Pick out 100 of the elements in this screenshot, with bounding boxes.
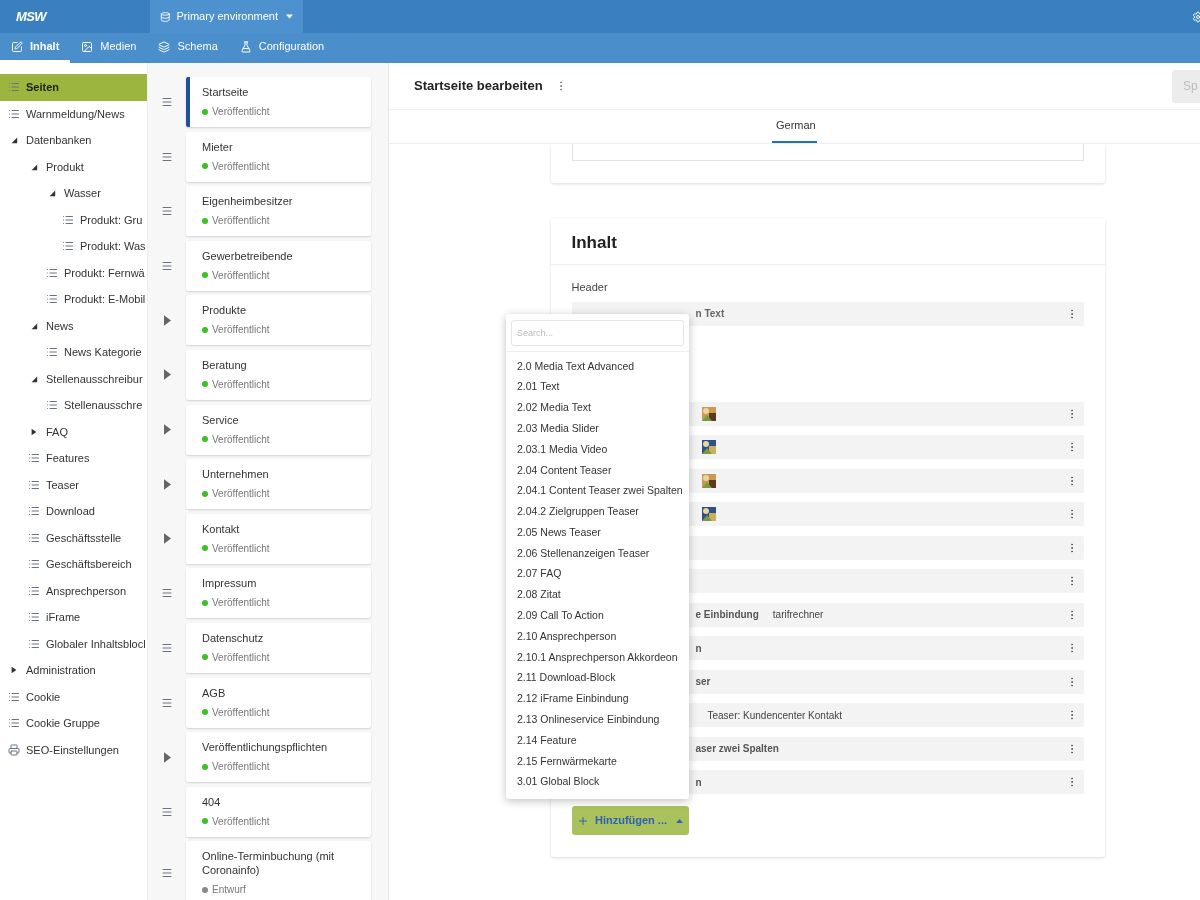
expand-icon[interactable]: [163, 751, 171, 763]
status-label: Veröffentlicht: [212, 268, 270, 283]
page-card[interactable]: Online-Terminbuchung (mit Coronainfo) Entwurf: [186, 841, 371, 900]
menu-item[interactable]: 2.04 Content Teaser: [506, 460, 689, 481]
row-title: e Einbindung: [695, 608, 759, 622]
status-label: Veröffentlicht: [212, 760, 270, 775]
tree-item[interactable]: Produkt: Was: [0, 233, 147, 260]
drag-handle-icon[interactable]: [161, 96, 173, 108]
expand-icon[interactable]: [163, 478, 171, 490]
tree-item[interactable]: Teaser: [0, 471, 147, 498]
list-icon: [8, 81, 20, 94]
drag-handle-icon[interactable]: [161, 696, 173, 709]
tree-item[interactable]: Stellenausschreibur: [0, 365, 147, 392]
tree-item[interactable]: Download: [0, 498, 147, 525]
page-card[interactable]: Eigenheimbesitzer Veröffentlicht: [186, 186, 371, 237]
tree-item[interactable]: Produkt: Gru: [0, 206, 147, 233]
tree-item[interactable]: Produkt: Fernwä: [0, 259, 147, 286]
row-title: n: [695, 775, 702, 790]
status-label: Veröffentlicht: [212, 650, 270, 665]
tree-item[interactable]: Administration: [0, 657, 147, 684]
menu-item[interactable]: 2.06 Stellenanzeigen Teaser: [506, 543, 689, 564]
printer-icon: [8, 743, 20, 756]
tree-item[interactable]: News: [0, 312, 147, 339]
menu-item[interactable]: 2.0 Media Text Advanced: [506, 356, 689, 377]
tree-item[interactable]: Features: [0, 445, 147, 472]
drag-handle-icon[interactable]: [161, 805, 173, 818]
expand-icon[interactable]: [163, 533, 171, 545]
page-card[interactable]: 404 Veröffentlicht: [186, 786, 371, 837]
tree-item[interactable]: Cookie Gruppe: [0, 710, 147, 737]
tree-item[interactable]: Geschäftsbereich: [0, 551, 147, 578]
tree-item[interactable]: iFrame: [0, 604, 147, 631]
tree-item[interactable]: Seiten: [0, 74, 147, 101]
page-card[interactable]: AGB Veröffentlicht: [186, 677, 371, 728]
tree-item[interactable]: Geschäftsstelle: [0, 524, 147, 551]
tree-item[interactable]: Produkt: E-Mobil: [0, 286, 147, 313]
menu-item[interactable]: 2.04.1 Content Teaser zwei Spalten: [506, 480, 689, 502]
expand-icon[interactable]: [163, 314, 171, 326]
page-card[interactable]: Gewerbetreibende Veröffentlicht: [186, 240, 371, 291]
menu-item[interactable]: 2.05 News Teaser: [506, 522, 689, 544]
logo[interactable]: MSW: [16, 6, 46, 27]
page-card[interactable]: Beratung Veröffentlicht: [186, 349, 371, 400]
caret-right-icon[interactable]: [10, 666, 18, 675]
page-card[interactable]: Produkte Veröffentlicht: [186, 295, 371, 346]
tree-item[interactable]: Stellenausschre: [0, 392, 147, 419]
caret-down-icon[interactable]: [30, 321, 38, 330]
tree-item[interactable]: FAQ: [0, 418, 147, 445]
page-card[interactable]: Mieter Veröffentlicht: [186, 131, 371, 182]
page-title: Mieter: [202, 139, 234, 154]
caret-down-icon[interactable]: [48, 189, 56, 198]
menu-item[interactable]: 2.03 Media Slider: [506, 418, 689, 440]
menu-item[interactable]: 2.01 Text: [506, 376, 689, 398]
status-label: Veröffentlicht: [212, 541, 270, 556]
menu-item[interactable]: 2.02 Media Text: [506, 397, 689, 419]
page-card[interactable]: Kontakt Veröffentlicht: [186, 513, 371, 564]
list-icon: [46, 266, 58, 279]
menu-item[interactable]: 2.07 FAQ: [506, 563, 689, 585]
list-icon: [28, 584, 40, 597]
menu-item[interactable]: 2.03.1 Media Video: [506, 439, 689, 460]
caret-down-icon[interactable]: [30, 374, 38, 383]
expand-icon[interactable]: [163, 424, 171, 436]
drag-handle-icon[interactable]: [161, 259, 173, 272]
drag-handle-icon[interactable]: [161, 867, 173, 880]
drag-handle-icon[interactable]: [161, 587, 173, 600]
page-title: Gewerbetreibende: [202, 248, 294, 263]
page-card[interactable]: Service Veröffentlicht: [186, 404, 371, 455]
tree-item[interactable]: Produkt: [0, 153, 147, 180]
list-icon: [28, 611, 40, 624]
page-card[interactable]: Unternehmen Veröffentlicht: [186, 459, 371, 510]
drag-handle-icon[interactable]: [161, 150, 173, 163]
settings-icon[interactable]: [1192, 10, 1200, 23]
caret-down-icon[interactable]: [30, 162, 38, 171]
tree-item[interactable]: Warnmeldung/News: [0, 100, 147, 127]
caret-down-icon[interactable]: [10, 136, 18, 145]
expand-icon[interactable]: [163, 369, 171, 381]
tree-item[interactable]: Globaler Inhaltsblocl: [0, 630, 147, 657]
component-row[interactable]: n Text: [571, 301, 1084, 326]
layers-icon: [158, 40, 171, 53]
page-card[interactable]: Datenschutz Veröffentlicht: [186, 622, 371, 673]
list-icon: [28, 452, 40, 465]
page-card[interactable]: Impressum Veröffentlicht: [186, 568, 371, 619]
tree-item[interactable]: Datenbanken: [0, 127, 147, 154]
page-card[interactable]: Veröffentlichungspflichten Veröffentlicht: [186, 732, 371, 783]
drag-handle-icon[interactable]: [161, 641, 173, 654]
drag-handle-icon[interactable]: [161, 205, 173, 218]
page-title: Veröffentlichungspflichten: [202, 740, 329, 755]
tree-item[interactable]: SEO-Einstellungen: [0, 736, 147, 763]
tree-item[interactable]: News Kategorie: [0, 339, 147, 366]
tree-item[interactable]: Ansprechperson: [0, 577, 147, 604]
status-label: Veröffentlicht: [212, 705, 270, 720]
list-icon: [62, 213, 74, 226]
page-card[interactable]: Startseite Veröffentlicht: [186, 77, 371, 127]
menu-item[interactable]: 2.04.2 Zielgruppen Teaser: [506, 501, 689, 523]
status-label: Veröffentlicht: [212, 214, 270, 229]
page-title: Produkte: [202, 303, 248, 318]
search-field[interactable]: Search...: [511, 320, 684, 346]
caret-up-icon: [676, 818, 684, 823]
page-title: Startseite: [202, 85, 250, 99]
caret-right-icon[interactable]: [30, 427, 38, 436]
tree-item[interactable]: Wasser: [0, 180, 147, 207]
tree-item[interactable]: Cookie: [0, 683, 147, 710]
